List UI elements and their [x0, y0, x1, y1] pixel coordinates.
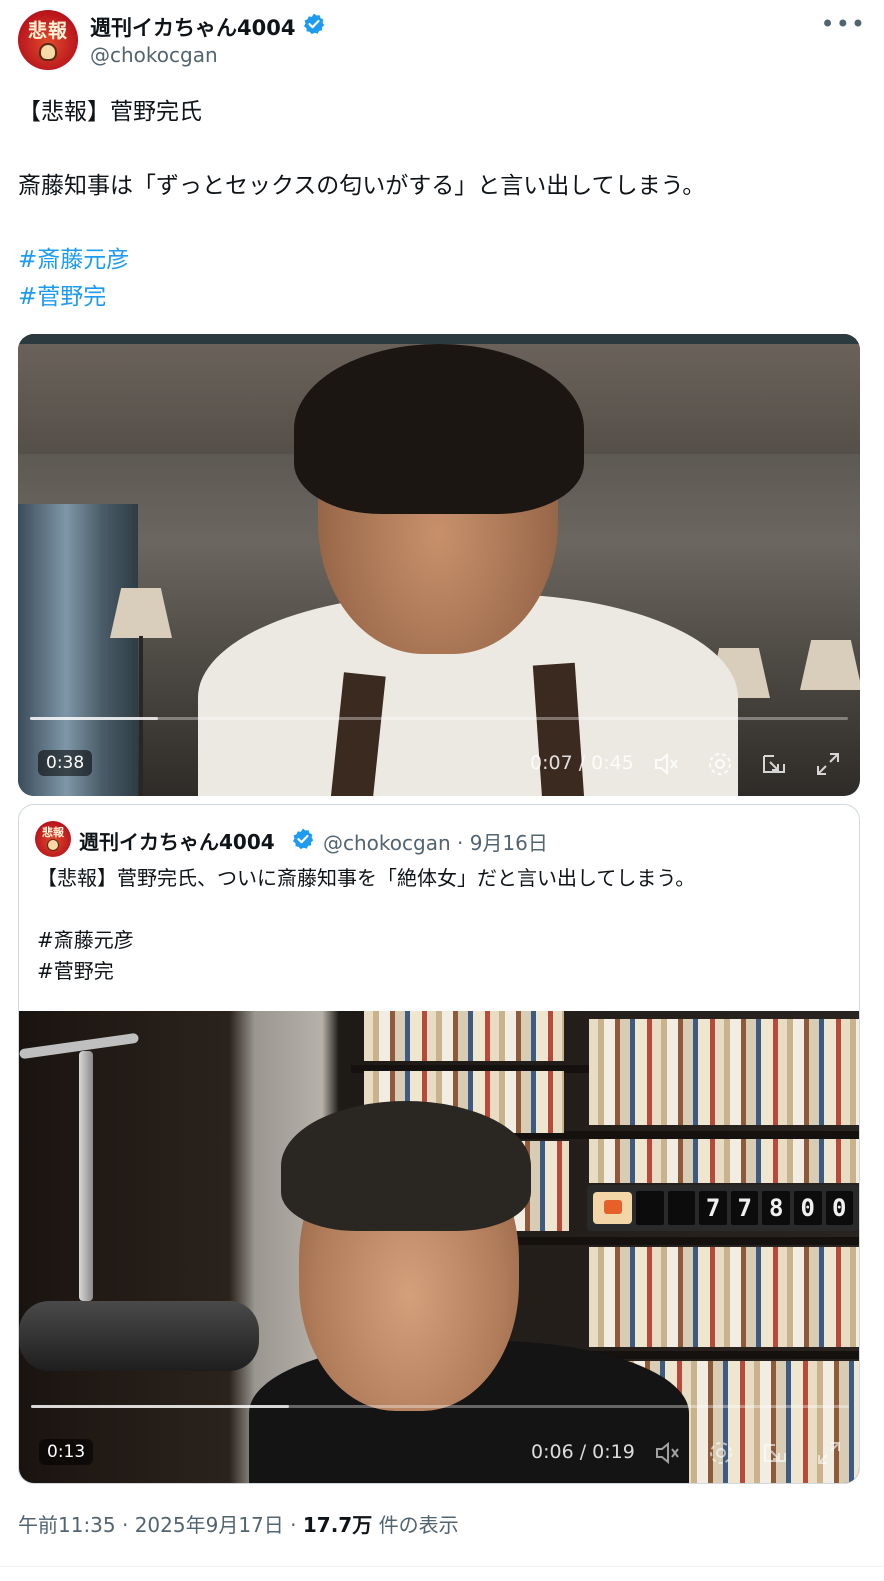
counter-digit: 0 — [825, 1191, 854, 1225]
quoted-line: #斎藤元彦 — [37, 928, 134, 952]
counter-digit: 7 — [730, 1191, 759, 1225]
post-line — [18, 131, 866, 168]
quoted-handle-date[interactable]: @chokocgan · 9月16日 — [323, 827, 548, 856]
quoted-display-name[interactable]: 週刊イカちゃん4004 — [79, 826, 275, 855]
handle[interactable]: @chokocgan — [90, 43, 218, 67]
post-header: 悲報 週刊イカちゃん4004 @chokocgan ••• — [18, 10, 866, 70]
video-frame-lamp-pole — [139, 636, 143, 796]
video-frame-person-hair — [281, 1101, 531, 1231]
settings-icon[interactable] — [706, 750, 734, 778]
view-count: 17.7万 — [302, 1513, 373, 1537]
video-frame-books — [589, 1139, 859, 1183]
video-frame-books — [589, 1019, 859, 1125]
divider — [0, 1566, 884, 1567]
fullscreen-icon[interactable] — [814, 750, 842, 778]
duration-badge: 0:13 — [39, 1439, 94, 1465]
fullscreen-icon[interactable] — [815, 1439, 843, 1467]
post-meta: 午前11:35 · 2025年9月17日 · 17.7万 件の表示 — [18, 1509, 459, 1538]
video-progress-fill — [31, 1405, 290, 1408]
quoted-line — [37, 894, 847, 925]
subscriber-counter: 7 7 8 0 0 — [587, 1185, 859, 1231]
post-text: 【悲報】菅野完氏 斎藤知事は「ずっとセックスの匂いがする」と言い出してしまう。 … — [18, 94, 866, 316]
verified-icon — [293, 828, 314, 850]
video-progress-fill — [30, 717, 158, 720]
video-top-bar — [18, 334, 860, 344]
quoted-text: 【悲報】菅野完氏、ついに斎藤知事を「絶体女」だと言い出してしまう。 #斎藤元彦 … — [37, 863, 847, 987]
hashtag-link[interactable]: #菅野完 — [18, 279, 866, 316]
time-readout: 0:06 / 0:19 — [531, 1441, 635, 1463]
video-frame-books — [364, 1011, 564, 1061]
video-frame-books — [589, 1247, 859, 1347]
post-line: 斎藤知事は「ずっとセックスの匂いがする」と言い出してしまう。 — [18, 173, 706, 199]
counter-digit: 0 — [793, 1191, 822, 1225]
quoted-video-player[interactable]: 7 7 8 0 0 0:13 0:06 / 0:19 — [19, 1011, 859, 1483]
quoted-avatar[interactable]: 悲報 — [35, 821, 71, 857]
video-player[interactable]: 0:38 0:07 / 0:45 — [18, 334, 860, 796]
video-frame-person-hair — [294, 344, 584, 514]
counter-logo-icon — [593, 1192, 633, 1224]
time-readout: 0:07 / 0:45 — [530, 752, 634, 774]
settings-icon[interactable] — [707, 1439, 735, 1467]
video-progress-bar[interactable] — [30, 717, 848, 720]
counter-digit: 8 — [762, 1191, 790, 1225]
view-count-label: 件の表示 — [372, 1513, 459, 1537]
more-icon[interactable]: ••• — [821, 10, 866, 38]
quoted-line: 【悲報】菅野完氏、ついに斎藤知事を「絶体女」だと言い出してしまう。 — [37, 866, 696, 890]
quoted-post[interactable]: 悲報 週刊イカちゃん4004 @chokocgan · 9月16日 【悲報】菅野… — [18, 804, 860, 1484]
display-name[interactable]: 週刊イカちゃん4004 — [90, 12, 295, 42]
quoted-avatar-text: 悲報 — [42, 826, 64, 839]
quoted-line: #菅野完 — [37, 959, 114, 983]
duration-badge: 0:38 — [38, 750, 93, 776]
verified-icon — [304, 13, 325, 35]
quoted-avatar-face — [47, 839, 59, 851]
post-line: 【悲報】菅野完氏 — [18, 99, 202, 125]
counter-digit — [667, 1191, 696, 1225]
counter-digit — [636, 1191, 664, 1225]
pip-icon[interactable] — [761, 1439, 789, 1467]
video-frame-mic — [19, 1301, 259, 1371]
video-frame-mic-stand — [79, 1051, 93, 1301]
avatar-text: 悲報 — [27, 20, 68, 42]
mute-icon[interactable] — [653, 1439, 681, 1467]
post-line — [18, 205, 866, 242]
pip-icon[interactable] — [760, 750, 788, 778]
post-timestamp[interactable]: 午前11:35 · 2025年9月17日 · — [18, 1513, 303, 1537]
avatar[interactable]: 悲報 — [18, 10, 78, 70]
video-frame-lamp — [800, 640, 860, 690]
counter-digit: 7 — [699, 1191, 727, 1225]
mute-icon[interactable] — [652, 750, 680, 778]
video-progress-bar[interactable] — [31, 1405, 849, 1408]
avatar-face — [39, 43, 57, 61]
hashtag-link[interactable]: #斎藤元彦 — [18, 242, 866, 279]
